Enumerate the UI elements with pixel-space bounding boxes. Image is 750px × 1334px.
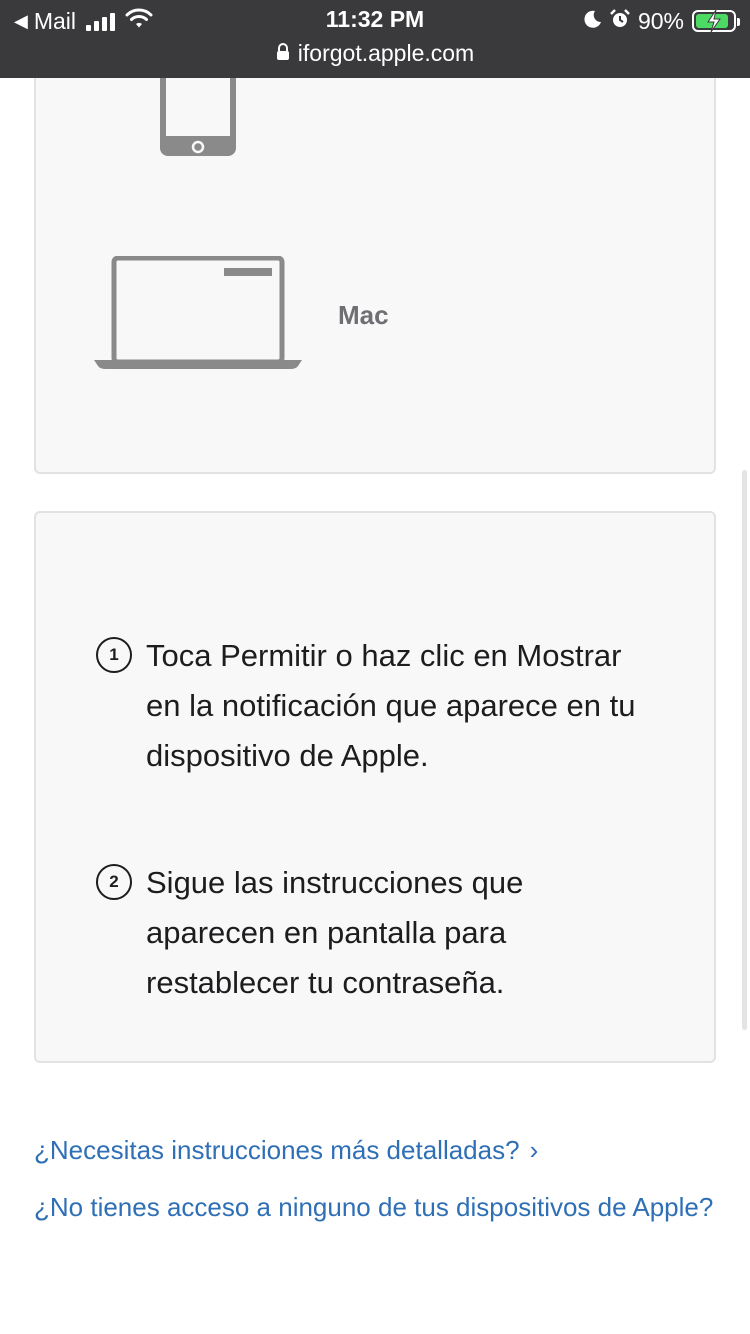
detailed-instructions-label: ¿Necesitas instrucciones más detalladas? xyxy=(34,1135,520,1165)
step-item: 2 Sigue las instrucciones que aparecen e… xyxy=(96,858,656,1008)
no-device-access-link[interactable]: ¿No tienes acceso a ninguno de tus dispo… xyxy=(34,1187,714,1227)
detailed-instructions-link[interactable]: ¿Necesitas instrucciones más detalladas?… xyxy=(34,1130,538,1170)
battery-charging-icon xyxy=(692,10,740,32)
mac-icon xyxy=(94,255,304,377)
scrollbar[interactable] xyxy=(742,470,747,1030)
mac-label: Mac xyxy=(338,300,389,330)
instructions-card: 1 Toca Permitir o haz clic en Mostrar en… xyxy=(34,511,716,1063)
step-text: Toca Permitir o haz clic en Mostrar en l… xyxy=(146,638,636,773)
status-bar: ◀ Mail 11:32 PM 90% iforgot.apple.com xyxy=(0,0,750,78)
moon-icon xyxy=(582,8,602,35)
alarm-icon xyxy=(610,8,630,35)
step-text: Sigue las instrucciones que aparecen en … xyxy=(146,865,524,1000)
battery-percent: 90% xyxy=(637,7,684,34)
step-number-badge: 2 xyxy=(96,864,132,900)
no-device-access-label: ¿No tienes acceso a ninguno de tus dispo… xyxy=(34,1192,714,1222)
lock-icon xyxy=(276,40,290,67)
chevron-right-icon: › xyxy=(529,1135,539,1165)
url-text: iforgot.apple.com xyxy=(297,40,475,66)
step-number-badge: 1 xyxy=(96,637,132,673)
step-item: 1 Toca Permitir o haz clic en Mostrar en… xyxy=(96,631,656,781)
address-bar[interactable]: iforgot.apple.com xyxy=(0,40,750,67)
